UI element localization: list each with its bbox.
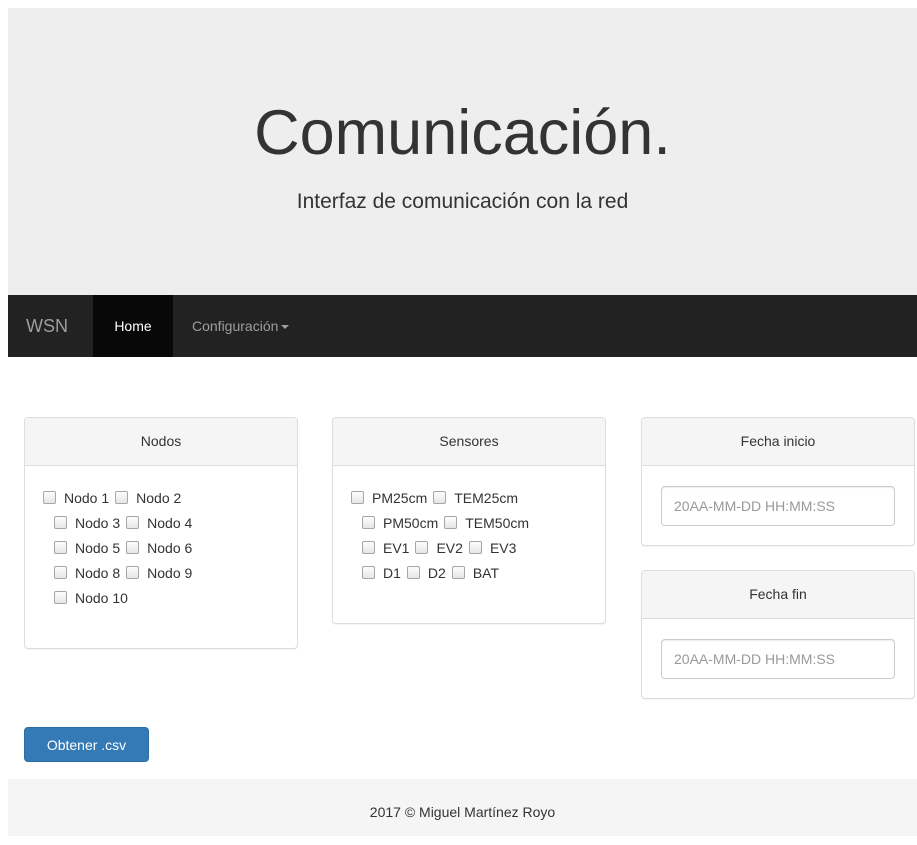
sensores-panel-heading: Sensores [333,418,605,466]
nodo-checkbox[interactable] [54,541,67,554]
nodos-panel-heading: Nodos [25,418,297,466]
sensor-option[interactable]: TEM25cm [433,488,518,508]
sensor-checkbox[interactable] [468,541,482,554]
sensor-checkbox[interactable] [362,541,375,554]
sensor-option-label: EV1 [383,540,410,556]
sensor-row: PM25cm TEM25cm [351,488,524,508]
footer: 2017 © Miguel Martínez Royo [8,779,917,836]
sensor-checkbox[interactable] [415,541,429,554]
nodo-checkbox[interactable] [54,591,67,604]
nodo-checkbox[interactable] [126,566,140,579]
sensor-option-label: TEM50cm [465,515,530,531]
sensor-option-label: D1 [383,565,401,581]
fecha-inicio-panel: Fecha inicio [641,417,915,546]
fecha-inicio-heading: Fecha inicio [642,418,914,466]
sensor-checkbox[interactable] [406,566,420,579]
nodo-option-label: Nodo 1 [64,490,110,506]
nodos-panel: Nodos Nodo 1 Nodo 2 Nodo 3 Nodo 4 Nodo 5 Nodo… [24,417,298,649]
sensor-option-label: EV3 [489,540,517,556]
sensor-row: D1 D2 BAT [362,563,505,583]
nodo-option[interactable]: Nodo 1 [43,488,109,508]
nav-item-home[interactable]: Home [93,295,173,357]
sensor-option[interactable]: EV3 [468,538,517,558]
sensor-option-label: D2 [427,565,446,581]
nodo-row: Nodo 1 Nodo 2 [43,488,187,508]
page-title: Comunicación. [254,98,671,168]
nodo-option-label: Nodo 3 [75,515,121,531]
nav-item-configuracion-label: Configuración [192,318,279,334]
nodo-option-label: Nodo 4 [147,515,193,531]
page-subtitle: Interfaz de comunicación con la red [296,190,629,213]
nodo-row: Nodo 8 Nodo 9 [54,563,198,583]
sensor-option[interactable]: BAT [451,563,500,583]
fecha-fin-heading: Fecha fin [642,571,914,619]
nodo-option-label: Nodo 9 [147,565,193,581]
nodo-row: Nodo 3 Nodo 4 [54,513,198,533]
nodo-row: Nodo 10 [54,588,134,608]
sensor-checkbox[interactable] [351,491,364,504]
nodo-checkbox[interactable] [115,491,129,504]
nodo-option-label: Nodo 8 [75,565,121,581]
sensor-option[interactable]: EV2 [415,538,463,558]
nav-item-configuracion[interactable]: Configuración [192,295,290,357]
nodo-option[interactable]: Nodo 9 [126,563,192,583]
fecha-fin-panel: Fecha fin [641,570,915,699]
sensor-option[interactable]: TEM50cm [444,513,529,533]
sensores-panel: Sensores PM25cm TEM25cm PM50cm TEM50cm EV1 EV… [332,417,606,624]
sensor-checkbox[interactable] [362,516,375,529]
nodo-checkbox[interactable] [126,516,140,529]
sensor-option[interactable]: PM25cm [351,488,427,508]
nodo-option-label: Nodo 2 [136,490,182,506]
nodo-option[interactable]: Nodo 4 [126,513,192,533]
sensor-option-label: PM50cm [383,515,439,531]
sensor-row: PM50cm TEM50cm [362,513,535,533]
sensor-option[interactable]: D2 [406,563,446,583]
sensor-option[interactable]: PM50cm [362,513,438,533]
sensor-option[interactable]: EV1 [362,538,409,558]
nodo-option-label: Nodo 10 [75,590,128,606]
nodo-option-label: Nodo 5 [75,540,121,556]
sensor-option[interactable]: D1 [362,563,401,583]
caret-down-icon [281,325,290,330]
nodo-option[interactable]: Nodo 8 [54,563,120,583]
nodo-option[interactable]: Nodo 5 [54,538,120,558]
footer-copyright: 2017 © Miguel Martínez Royo [369,804,556,820]
nodo-checkbox[interactable] [43,491,56,504]
nodo-option[interactable]: Nodo 2 [115,488,181,508]
fecha-fin-input[interactable] [661,639,895,679]
sensor-option-label: TEM25cm [454,490,519,506]
nodo-option[interactable]: Nodo 6 [126,538,192,558]
sensor-checkbox[interactable] [451,566,465,579]
obtener-csv-button[interactable]: Obtener .csv [24,727,149,762]
fecha-inicio-input[interactable] [661,486,895,526]
nodo-option-label: Nodo 6 [147,540,193,556]
sensor-option-label: BAT [472,565,500,581]
nodo-checkbox[interactable] [54,516,67,529]
sensor-checkbox[interactable] [362,566,375,579]
sensor-option-label: EV2 [436,540,463,556]
nodo-row: Nodo 5 Nodo 6 [54,538,198,558]
sensor-row: EV1 EV2 EV3 [362,538,522,558]
navbar-brand[interactable]: WSN [26,295,68,357]
nodo-checkbox[interactable] [54,566,67,579]
sensor-checkbox[interactable] [444,516,458,529]
jumbotron: Comunicación. Interfaz de comunicación c… [8,8,917,295]
navbar: WSN Home Configuración [8,295,917,357]
nodo-checkbox[interactable] [126,541,140,554]
nodo-option[interactable]: Nodo 10 [54,588,128,608]
sensor-checkbox[interactable] [433,491,447,504]
sensor-option-label: PM25cm [372,490,428,506]
nodo-option[interactable]: Nodo 3 [54,513,120,533]
